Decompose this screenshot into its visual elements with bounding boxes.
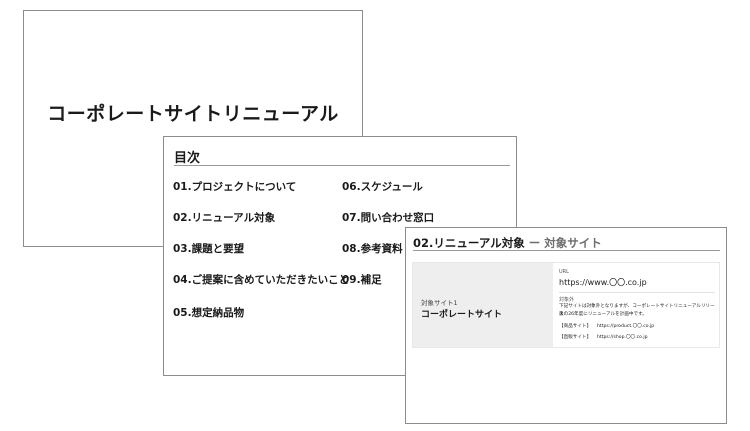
scope-label: 対象外 xyxy=(559,297,575,303)
target-site-detail-panel: URL https://www.〇〇.co.jp 対象外 下記サイトは対象外とな… xyxy=(559,263,715,347)
toc-item: 03.課題と要望 xyxy=(173,243,245,255)
url-value: https://www.〇〇.co.jp xyxy=(559,278,647,287)
target-divider xyxy=(413,250,720,251)
toc-item: 04.ご提案に含めていただきたいこと xyxy=(173,274,350,286)
toc-item: 02.リニューアル対象 xyxy=(173,212,276,224)
detail-divider xyxy=(559,292,715,293)
target-heading: 02.リニューアル対象 ー 対象サイト xyxy=(413,235,602,251)
slide-renewal-target: 02.リニューアル対象 ー 対象サイト 対象サイト1 コーポレートサイト URL… xyxy=(405,227,727,424)
toc-item: 01.プロジェクトについて xyxy=(173,181,297,193)
target-heading-sub: ー 対象サイト xyxy=(524,236,602,250)
sub-site-row: 【商品サイト】 https://product.〇〇.co.jp xyxy=(559,323,654,329)
scope-description-line: 後の26年度にリニューアルを計画中です。 xyxy=(559,312,647,317)
sub-site-url: https://shop.〇〇.co.jp xyxy=(597,335,648,340)
url-label: URL xyxy=(559,269,569,275)
toc-item: 06.スケジュール xyxy=(342,181,423,193)
sub-site-row: 【直販サイト】 https://shop.〇〇.co.jp xyxy=(559,334,648,340)
target-site-label-panel: 対象サイト1 コーポレートサイト xyxy=(413,263,553,347)
toc-heading: 目次 xyxy=(174,151,201,166)
target-heading-main: 02.リニューアル対象 xyxy=(413,236,525,250)
sub-site-label: 【商品サイト】 xyxy=(559,324,592,329)
site-label: 対象サイト1 xyxy=(421,299,458,307)
toc-item: 09.補足 xyxy=(342,274,382,286)
site-name: コーポレートサイト xyxy=(421,310,503,320)
sub-site-label: 【直販サイト】 xyxy=(559,335,592,340)
toc-item: 07.問い合わせ窓口 xyxy=(342,212,435,224)
main-title: コーポレートサイトリニューアル xyxy=(47,103,339,125)
toc-item: 08.参考資料 xyxy=(342,243,403,255)
sub-site-url: https://product.〇〇.co.jp xyxy=(597,324,655,329)
target-site-card: 対象サイト1 コーポレートサイト URL https://www.〇〇.co.j… xyxy=(412,262,720,348)
toc-divider xyxy=(174,165,510,166)
toc-item: 05.想定納品物 xyxy=(173,307,245,319)
